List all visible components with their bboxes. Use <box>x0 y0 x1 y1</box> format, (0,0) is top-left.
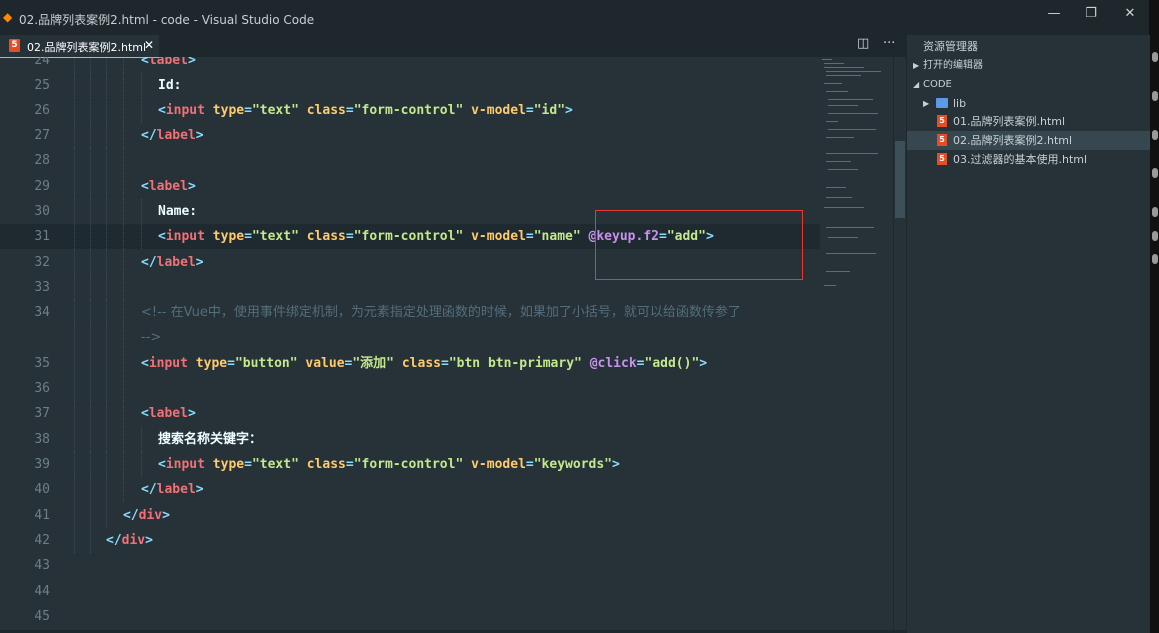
code-line: 29 <label> <box>0 174 820 199</box>
tab-label: 02.品牌列表案例2.html <box>27 41 147 54</box>
close-window-button[interactable]: ✕ <box>1120 6 1140 21</box>
scrollbar-thumb[interactable] <box>895 141 905 218</box>
html5-icon: 5 <box>937 153 947 165</box>
tree-item-lib[interactable]: ▶ lib <box>907 94 1150 113</box>
code-editor[interactable]: 24 <label> 25 Id: 26 <input type="text" … <box>0 57 820 633</box>
code-line: 37 <label> <box>0 401 820 426</box>
code-line: 34 <!-- 在Vue中，使用事件绑定机制，为元素指定处理函数的时候，如果加了… <box>0 300 820 325</box>
close-tab-icon[interactable]: ✕ <box>144 38 154 52</box>
code-line: --> <box>0 325 820 350</box>
tree-item-file[interactable]: 5 03.过滤器的基本使用.html <box>907 150 1150 169</box>
vscode-icon: ◆ <box>3 10 13 24</box>
folder-icon <box>936 98 948 108</box>
code-line: 35 <input type="button" value="添加" class… <box>0 351 820 376</box>
code-line: 42 </div> <box>0 528 820 553</box>
title-bar: ◆ 02.品牌列表案例2.html - code - Visual Studio… <box>0 0 1149 35</box>
tree-item-file-selected[interactable]: 5 02.品牌列表案例2.html <box>907 131 1150 150</box>
code-line: 27 </label> <box>0 123 820 148</box>
html5-icon: 5 <box>937 134 947 146</box>
code-folder-section[interactable]: ◢ CODE <box>907 75 1150 95</box>
code-line: 45 <box>34 609 50 624</box>
tab-bar: 5 02.品牌列表案例2.html ✕ ◫ ··· <box>0 35 906 58</box>
explorer-sidebar: 资源管理器 ▶ 打开的编辑器 ◢ CODE ▶ lib 5 01.品牌列表案例.… <box>906 35 1150 633</box>
editor-tab[interactable]: 5 02.品牌列表案例2.html ✕ <box>0 35 159 58</box>
tree-item-file[interactable]: 5 01.品牌列表案例.html <box>907 112 1150 131</box>
code-line: 40 </label> <box>0 477 820 502</box>
html5-icon: 5 <box>937 115 947 127</box>
code-line: 43 <box>34 558 50 573</box>
explorer-title: 资源管理器 <box>923 40 978 53</box>
chevron-right-icon: ▶ <box>913 61 920 70</box>
code-line: 39 <input type="text" class="form-contro… <box>0 452 820 477</box>
window-title: 02.品牌列表案例2.html - code - Visual Studio C… <box>19 13 315 27</box>
split-editor-icon[interactable]: ◫ <box>857 36 869 51</box>
restore-button[interactable]: ❐ <box>1081 6 1101 21</box>
minimize-button[interactable]: — <box>1044 6 1064 21</box>
code-line: 28 <box>0 148 820 173</box>
code-line: 24 <label> <box>0 57 820 73</box>
chevron-down-icon: ◢ <box>913 80 920 89</box>
open-editors-section[interactable]: ▶ 打开的编辑器 <box>907 56 1150 76</box>
code-line: 38 搜索名称关键字： <box>0 427 820 452</box>
code-line: 26 <input type="text" class="form-contro… <box>0 98 820 123</box>
code-line: 25 Id: <box>0 73 820 98</box>
editor-scrollbar[interactable] <box>893 57 907 633</box>
minimap[interactable] <box>820 57 893 633</box>
code-line: 41 </div> <box>0 503 820 528</box>
more-actions-icon[interactable]: ··· <box>883 36 895 51</box>
annotation-highlight-box <box>595 210 803 280</box>
html5-icon: 5 <box>9 39 20 52</box>
code-line: 44 <box>34 584 50 599</box>
background-window-strip <box>1149 0 1159 633</box>
chevron-right-icon: ▶ <box>923 99 930 108</box>
code-line: 36 <box>0 376 820 401</box>
